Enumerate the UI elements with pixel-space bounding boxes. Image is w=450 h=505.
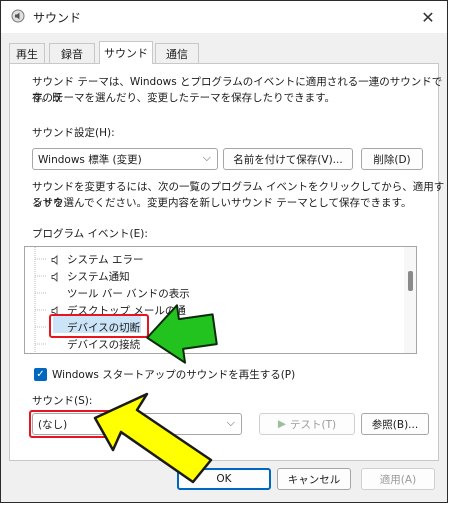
speaker-app-icon (11, 9, 25, 23)
sound-dialog: サウンド ✕ 再生 録音 サウンド 通信 サウンド テーマは、Windows と… (0, 0, 448, 503)
highlight-box-selected-event (49, 314, 149, 338)
sound-scheme-value: Windows 標準 (変更) (38, 154, 142, 166)
play-icon: ▶ (277, 418, 286, 430)
scrollbar-thumb[interactable] (408, 271, 413, 291)
apply-button[interactable]: 適用(A) (361, 468, 435, 490)
browse-button[interactable]: 参照(B)... (361, 413, 429, 435)
yellow-arrow-annotation (93, 392, 213, 484)
program-events-label: プログラム イベント(E): (32, 228, 148, 240)
intro-text-line2: 存のテーマを選んだり、変更したテーマを保存したりできます。 (32, 92, 336, 104)
sound-scheme-select[interactable]: Windows 標準 (変更) ⌵ (32, 148, 218, 170)
delete-button[interactable]: 削除(D) (361, 148, 423, 170)
window-title: サウンド (33, 11, 82, 25)
sounds-label: サウンド(S): (32, 395, 93, 407)
tab-playback[interactable]: 再生 (9, 43, 45, 63)
sound-scheme-label: サウンド設定(H): (32, 127, 115, 139)
test-button[interactable]: ▶ テスト(T) (259, 413, 355, 435)
checkmark-icon: ✓ (36, 369, 45, 380)
chevron-down-icon: ⌵ (226, 416, 235, 429)
cancel-button[interactable]: キャンセル (277, 468, 351, 490)
chevron-down-icon: ⌵ (202, 151, 211, 164)
speaker-icon (51, 254, 58, 265)
close-icon: ✕ (421, 7, 435, 27)
list-scrollbar[interactable] (404, 247, 416, 353)
title-bar: サウンド ✕ (1, 1, 447, 33)
list-item[interactable]: システム通知 (51, 268, 130, 285)
list-item[interactable]: デバイスの接続 (67, 336, 140, 353)
tab-sounds[interactable]: サウンド (99, 41, 153, 64)
tab-recording[interactable]: 録音 (49, 43, 95, 63)
startup-sound-checkbox[interactable]: ✓ (34, 368, 47, 381)
list-item[interactable]: システム エラー (51, 251, 144, 268)
list-item[interactable]: ツール バー バンドの表示 (67, 285, 190, 302)
tab-communications[interactable]: 通信 (155, 43, 199, 63)
save-as-button[interactable]: 名前を付けて保存(V)... (223, 148, 353, 170)
speaker-icon (51, 271, 58, 282)
green-arrow-annotation (146, 304, 218, 364)
help-text-line2: ンドを選んでください。変更内容を新しいサウンド テーマとして保存できます。 (32, 197, 412, 209)
close-button[interactable]: ✕ (415, 5, 441, 29)
